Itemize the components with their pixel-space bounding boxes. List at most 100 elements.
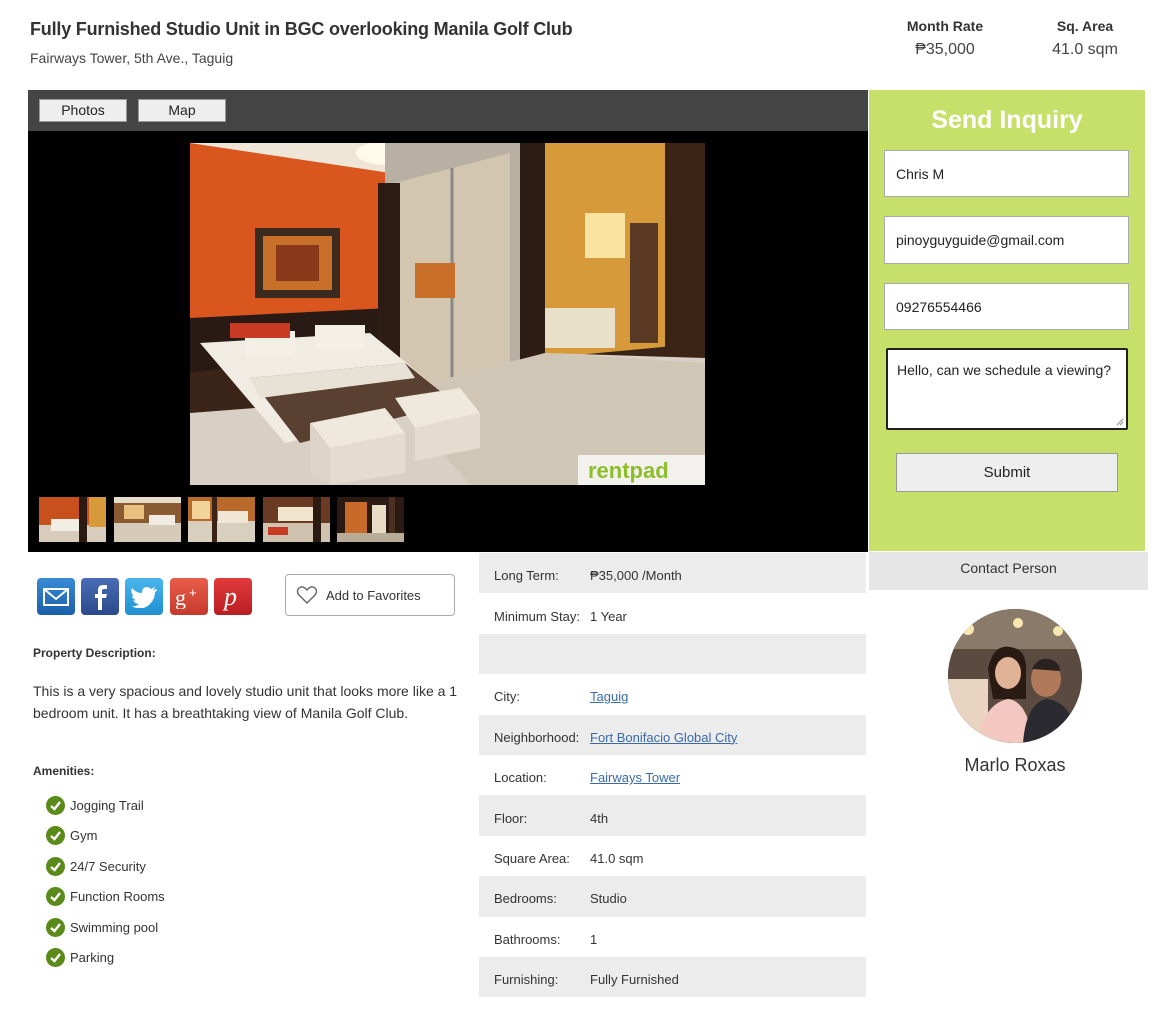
details-row-bathrooms: Bathrooms: 1 (479, 917, 866, 957)
details-value: 1 Year (590, 608, 627, 624)
details-row-blank (479, 633, 866, 675)
details-key: Furnishing: (494, 972, 559, 988)
gallery-toolbar: Photos Map (28, 90, 868, 131)
twitter-share-button[interactable] (125, 578, 163, 615)
description-heading: Property Description: (33, 646, 156, 660)
details-value: Fully Furnished (590, 972, 679, 988)
details-row-neighborhood: Neighborhood: Fort Bonifacio Global City (479, 714, 866, 755)
resize-grip-icon[interactable] (1115, 417, 1124, 426)
amenity-label: Jogging Trail (70, 797, 144, 813)
details-row-minimum-stay: Minimum Stay: 1 Year (479, 593, 866, 633)
details-row-floor: Floor: 4th (479, 795, 866, 836)
details-value: 1 (590, 931, 598, 947)
name-field[interactable]: Chris M (884, 150, 1129, 197)
details-key (479, 651, 590, 656)
details-row-location: Location: Fairways Tower (479, 755, 866, 795)
listing-title: Fully Furnished Studio Unit in BGC overl… (30, 19, 573, 39)
inquiry-form: Send Inquiry Chris M pinoyguyguide@gmail… (869, 90, 1145, 551)
heart-icon (296, 586, 318, 604)
details-key: Long Term: (494, 568, 559, 584)
amenity-label: Gym (70, 828, 98, 844)
details-value: ₱35,000 /Month (590, 568, 682, 584)
contact-name: Marlo Roxas (964, 755, 1066, 775)
google-plus-share-button[interactable]: g + (170, 578, 208, 615)
amenity-item: 24/7 Security (46, 851, 165, 882)
month-rate-label: Month Rate (906, 18, 984, 34)
inquiry-title: Send Inquiry (931, 106, 1083, 134)
svg-text:+: + (189, 585, 197, 600)
facebook-icon (95, 584, 107, 610)
facebook-share-button[interactable] (81, 578, 119, 615)
check-icon (46, 917, 65, 937)
amenity-item: Gym (46, 821, 165, 852)
message-text: Hello, can we schedule a viewing? (897, 362, 1112, 378)
bedroom-photo: rentpad (190, 143, 705, 485)
property-details-table: Long Term: ₱35,000 /Month Minimum Stay: … (479, 553, 866, 998)
check-icon (46, 887, 65, 907)
details-key: Minimum Stay: (494, 608, 580, 624)
svg-text:g: g (175, 585, 186, 609)
amenity-label: Parking (70, 950, 115, 966)
amenity-item: Function Rooms (46, 882, 165, 913)
details-row-square-area: Square Area: 41.0 sqm (479, 836, 866, 876)
city-link[interactable]: Taguig (590, 684, 628, 704)
check-icon (46, 948, 65, 968)
submit-button[interactable]: Submit (896, 453, 1118, 492)
amenities-list: Jogging Trail Gym 24/7 Security Function… (46, 790, 165, 973)
phone-field[interactable]: 09276554466 (884, 283, 1129, 330)
main-photo[interactable]: rentpad (190, 143, 705, 485)
amenity-item: Swimming pool (46, 912, 165, 943)
neighborhood-link[interactable]: Fort Bonifacio Global City (590, 725, 737, 745)
check-icon (46, 795, 65, 815)
details-key: Square Area: (494, 850, 570, 866)
month-rate-stat: Month Rate ₱35,000 (895, 18, 995, 59)
add-to-favorites-button[interactable]: Add to Favorites (285, 574, 455, 616)
contact-person-header: Contact Person (869, 552, 1148, 590)
amenity-label: Function Rooms (70, 889, 165, 905)
amenity-label: 24/7 Security (70, 858, 146, 874)
thumbnail[interactable] (188, 497, 255, 542)
watermark-text: rentpad (588, 458, 669, 483)
location-link[interactable]: Fairways Tower (590, 765, 680, 785)
email-icon (43, 587, 69, 606)
check-icon (46, 856, 65, 876)
details-key: Neighborhood: (494, 729, 580, 745)
details-value: 4th (590, 810, 609, 826)
details-row-long-term: Long Term: ₱35,000 /Month (479, 553, 866, 594)
details-row-city: City: Taguig (479, 674, 866, 714)
svg-text:p: p (222, 583, 237, 611)
twitter-icon (131, 586, 157, 608)
pinterest-share-button[interactable]: p (214, 578, 252, 615)
month-rate-value: ₱35,000 (915, 41, 975, 58)
amenity-item: Jogging Trail (46, 790, 165, 821)
amenity-item: Parking (46, 943, 165, 974)
email-share-button[interactable] (37, 578, 75, 615)
details-value: Studio (590, 891, 627, 907)
thumbnail[interactable] (263, 497, 330, 542)
amenities-heading: Amenities: (33, 764, 95, 778)
description-text: This is a very spacious and lovely studi… (33, 683, 458, 721)
check-icon (46, 826, 65, 846)
details-value: 41.0 sqm (590, 850, 644, 866)
email-field[interactable]: pinoyguyguide@gmail.com (884, 216, 1129, 264)
thumbnail[interactable] (39, 497, 106, 542)
thumbnail[interactable] (114, 497, 181, 542)
photo-gallery: Photos Map rentpad (28, 90, 868, 552)
photos-tab-button[interactable]: Photos (39, 99, 127, 122)
details-key: City: (494, 689, 520, 705)
thumbnail[interactable] (337, 497, 404, 542)
sq-area-value: 41.0 sqm (1052, 41, 1118, 58)
listing-address: Fairways Tower, 5th Ave., Taguig (30, 50, 234, 66)
details-row-furnishing: Furnishing: Fully Furnished (479, 956, 866, 998)
details-key: Bedrooms: (494, 891, 557, 907)
amenity-label: Swimming pool (70, 919, 159, 935)
pinterest-icon: p (222, 583, 237, 611)
sq-area-label: Sq. Area (1056, 18, 1114, 34)
contact-photo (948, 609, 1082, 743)
message-field[interactable]: Hello, can we schedule a viewing? (886, 348, 1128, 430)
details-key: Location: (494, 770, 547, 786)
details-row-bedrooms: Bedrooms: Studio (479, 876, 866, 917)
map-tab-button[interactable]: Map (138, 99, 226, 122)
details-key: Bathrooms: (494, 931, 561, 947)
google-plus-icon: g + (175, 585, 197, 609)
